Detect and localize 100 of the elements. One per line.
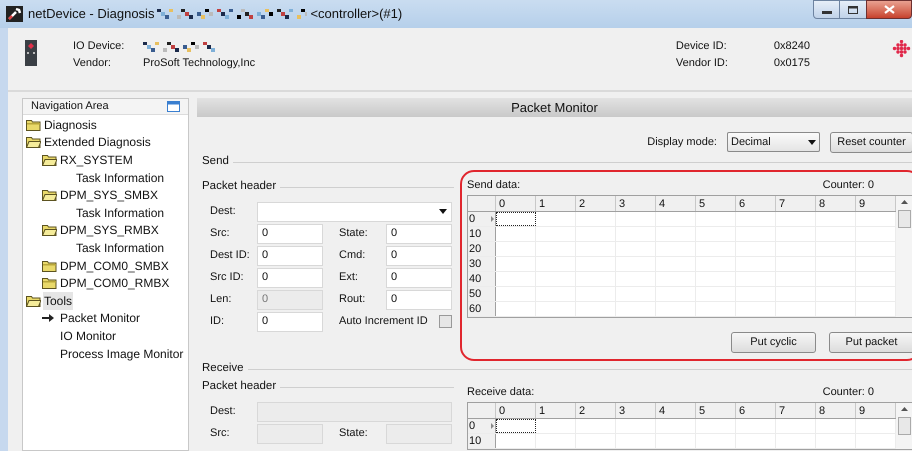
row-header: 60 bbox=[468, 302, 482, 316]
device-id: 0x8240 bbox=[774, 40, 810, 53]
display-mode-dropdown[interactable]: Decimal bbox=[727, 132, 820, 152]
data-cell[interactable] bbox=[496, 419, 536, 433]
scroll-thumb[interactable] bbox=[898, 417, 911, 435]
field-label: Len: bbox=[210, 292, 232, 308]
scrollbar[interactable] bbox=[896, 403, 912, 449]
open-folder-icon bbox=[42, 189, 57, 202]
row-pointer-icon bbox=[491, 423, 494, 429]
column-header: 1 bbox=[536, 196, 576, 211]
maximize-button[interactable] bbox=[840, 0, 866, 19]
column-header: 8 bbox=[816, 403, 856, 418]
row-pointer-icon bbox=[491, 216, 494, 222]
field-label: Src: bbox=[210, 226, 231, 242]
row-header: 0 bbox=[468, 418, 476, 434]
tree-item[interactable]: DPM_COM0_SMBX bbox=[59, 256, 170, 275]
folder-icon bbox=[26, 118, 41, 131]
field-label: IO Device: bbox=[73, 40, 126, 53]
counter-text: Counter: 0 bbox=[822, 178, 874, 193]
tree-item[interactable]: Diagnosis bbox=[43, 116, 98, 134]
wrench-icon bbox=[6, 6, 23, 22]
tree-item[interactable]: DPM_COM0_RMBX bbox=[59, 274, 170, 292]
data-cell[interactable] bbox=[496, 212, 536, 226]
device-module-icon bbox=[25, 40, 37, 66]
column-header: 3 bbox=[616, 196, 656, 211]
column-header: 6 bbox=[736, 403, 776, 418]
text-field[interactable]: 0 bbox=[257, 312, 323, 332]
section-title: Receive bbox=[202, 361, 244, 376]
field-label: Dest ID: bbox=[210, 248, 251, 264]
tree-item[interactable]: IO Monitor bbox=[59, 326, 118, 345]
scrollbar[interactable] bbox=[896, 196, 912, 317]
vendor-id: 0x0175 bbox=[774, 57, 810, 70]
column-header: 5 bbox=[696, 403, 736, 418]
column-header: 8 bbox=[816, 196, 856, 211]
dropdown[interactable] bbox=[257, 202, 452, 222]
window-title: netDevice - Diagnosis bbox=[28, 5, 154, 24]
minimize-button[interactable] bbox=[813, 0, 840, 19]
field-label: Display mode: bbox=[647, 134, 717, 150]
scroll-up-icon[interactable] bbox=[901, 200, 908, 204]
field-label: Src: bbox=[210, 426, 231, 442]
column-header: 0 bbox=[496, 196, 536, 211]
row-header: 50 bbox=[468, 286, 482, 302]
reset-counter-button[interactable]: Reset counter bbox=[830, 132, 912, 152]
text-field[interactable]: 0 bbox=[257, 224, 323, 244]
tree-item[interactable]: Packet Monitor bbox=[59, 309, 142, 328]
tree-item[interactable]: Task Information bbox=[75, 238, 166, 257]
checkbox[interactable] bbox=[439, 315, 452, 328]
pixelated-text-drawing bbox=[143, 42, 215, 52]
folder-icon bbox=[42, 277, 57, 290]
panel-title: Navigation Area bbox=[31, 99, 109, 114]
column-header: 7 bbox=[776, 196, 816, 211]
row-header: 10 bbox=[468, 434, 482, 448]
text-field[interactable]: 0 bbox=[257, 268, 323, 288]
field-label: Dest: bbox=[210, 204, 237, 220]
tree-item[interactable]: Process Image Monitor bbox=[59, 344, 184, 363]
text-field[interactable]: 0 bbox=[386, 290, 452, 310]
column-header: 4 bbox=[656, 196, 696, 211]
action-button[interactable]: Put packet bbox=[829, 332, 912, 353]
field-label: Auto Increment ID bbox=[339, 314, 428, 330]
text-field[interactable]: 0 bbox=[386, 246, 452, 266]
row-header: 30 bbox=[468, 256, 482, 272]
scroll-up-icon[interactable] bbox=[901, 407, 908, 411]
column-header: 4 bbox=[656, 403, 696, 418]
maximize-icon bbox=[848, 6, 858, 14]
open-folder-icon bbox=[42, 154, 57, 166]
section-title: Send bbox=[202, 154, 229, 170]
text-field[interactable]: 0 bbox=[386, 268, 452, 288]
open-folder-icon bbox=[26, 294, 41, 307]
row-header: 0 bbox=[468, 212, 476, 226]
close-icon bbox=[884, 5, 894, 14]
tree-item[interactable]: Task Information bbox=[75, 204, 166, 222]
column-header: 5 bbox=[696, 196, 736, 211]
row-header: 10 bbox=[468, 226, 482, 242]
tree-item[interactable]: Extended Diagnosis bbox=[43, 133, 152, 152]
tree-item[interactable]: RX_SYSTEM bbox=[59, 150, 134, 169]
tree-item[interactable]: DPM_SYS_SMBX bbox=[59, 186, 160, 204]
minimize-icon bbox=[822, 11, 832, 14]
scroll-thumb[interactable] bbox=[898, 210, 911, 228]
tree-item[interactable]: Task Information bbox=[75, 168, 166, 187]
vendor-name: ProSoft Technology,Inc bbox=[143, 57, 256, 70]
tree-item[interactable]: Tools bbox=[43, 292, 74, 310]
column-header: 2 bbox=[576, 196, 616, 211]
close-button[interactable] bbox=[866, 0, 912, 19]
field-label: State: bbox=[339, 426, 369, 442]
panel-title: Send data: bbox=[467, 178, 520, 193]
tree-item[interactable]: DPM_SYS_RMBX bbox=[59, 221, 160, 240]
dropdown-caret-icon bbox=[439, 209, 447, 214]
text-field[interactable]: 0 bbox=[386, 224, 452, 244]
column-header: 1 bbox=[536, 403, 576, 418]
action-button[interactable]: Put cyclic bbox=[731, 332, 816, 353]
row-header: 20 bbox=[468, 242, 482, 256]
group-title: Packet header bbox=[202, 179, 276, 194]
group-title: Packet header bbox=[202, 379, 276, 394]
text-field[interactable]: 0 bbox=[257, 246, 323, 266]
diamond-logo-icon bbox=[892, 40, 911, 59]
panel-title: Receive data: bbox=[467, 385, 534, 400]
column-header: 2 bbox=[576, 403, 616, 418]
field-label: Rout: bbox=[339, 292, 366, 308]
window-icon[interactable] bbox=[167, 101, 180, 112]
field-label: State: bbox=[339, 226, 369, 242]
